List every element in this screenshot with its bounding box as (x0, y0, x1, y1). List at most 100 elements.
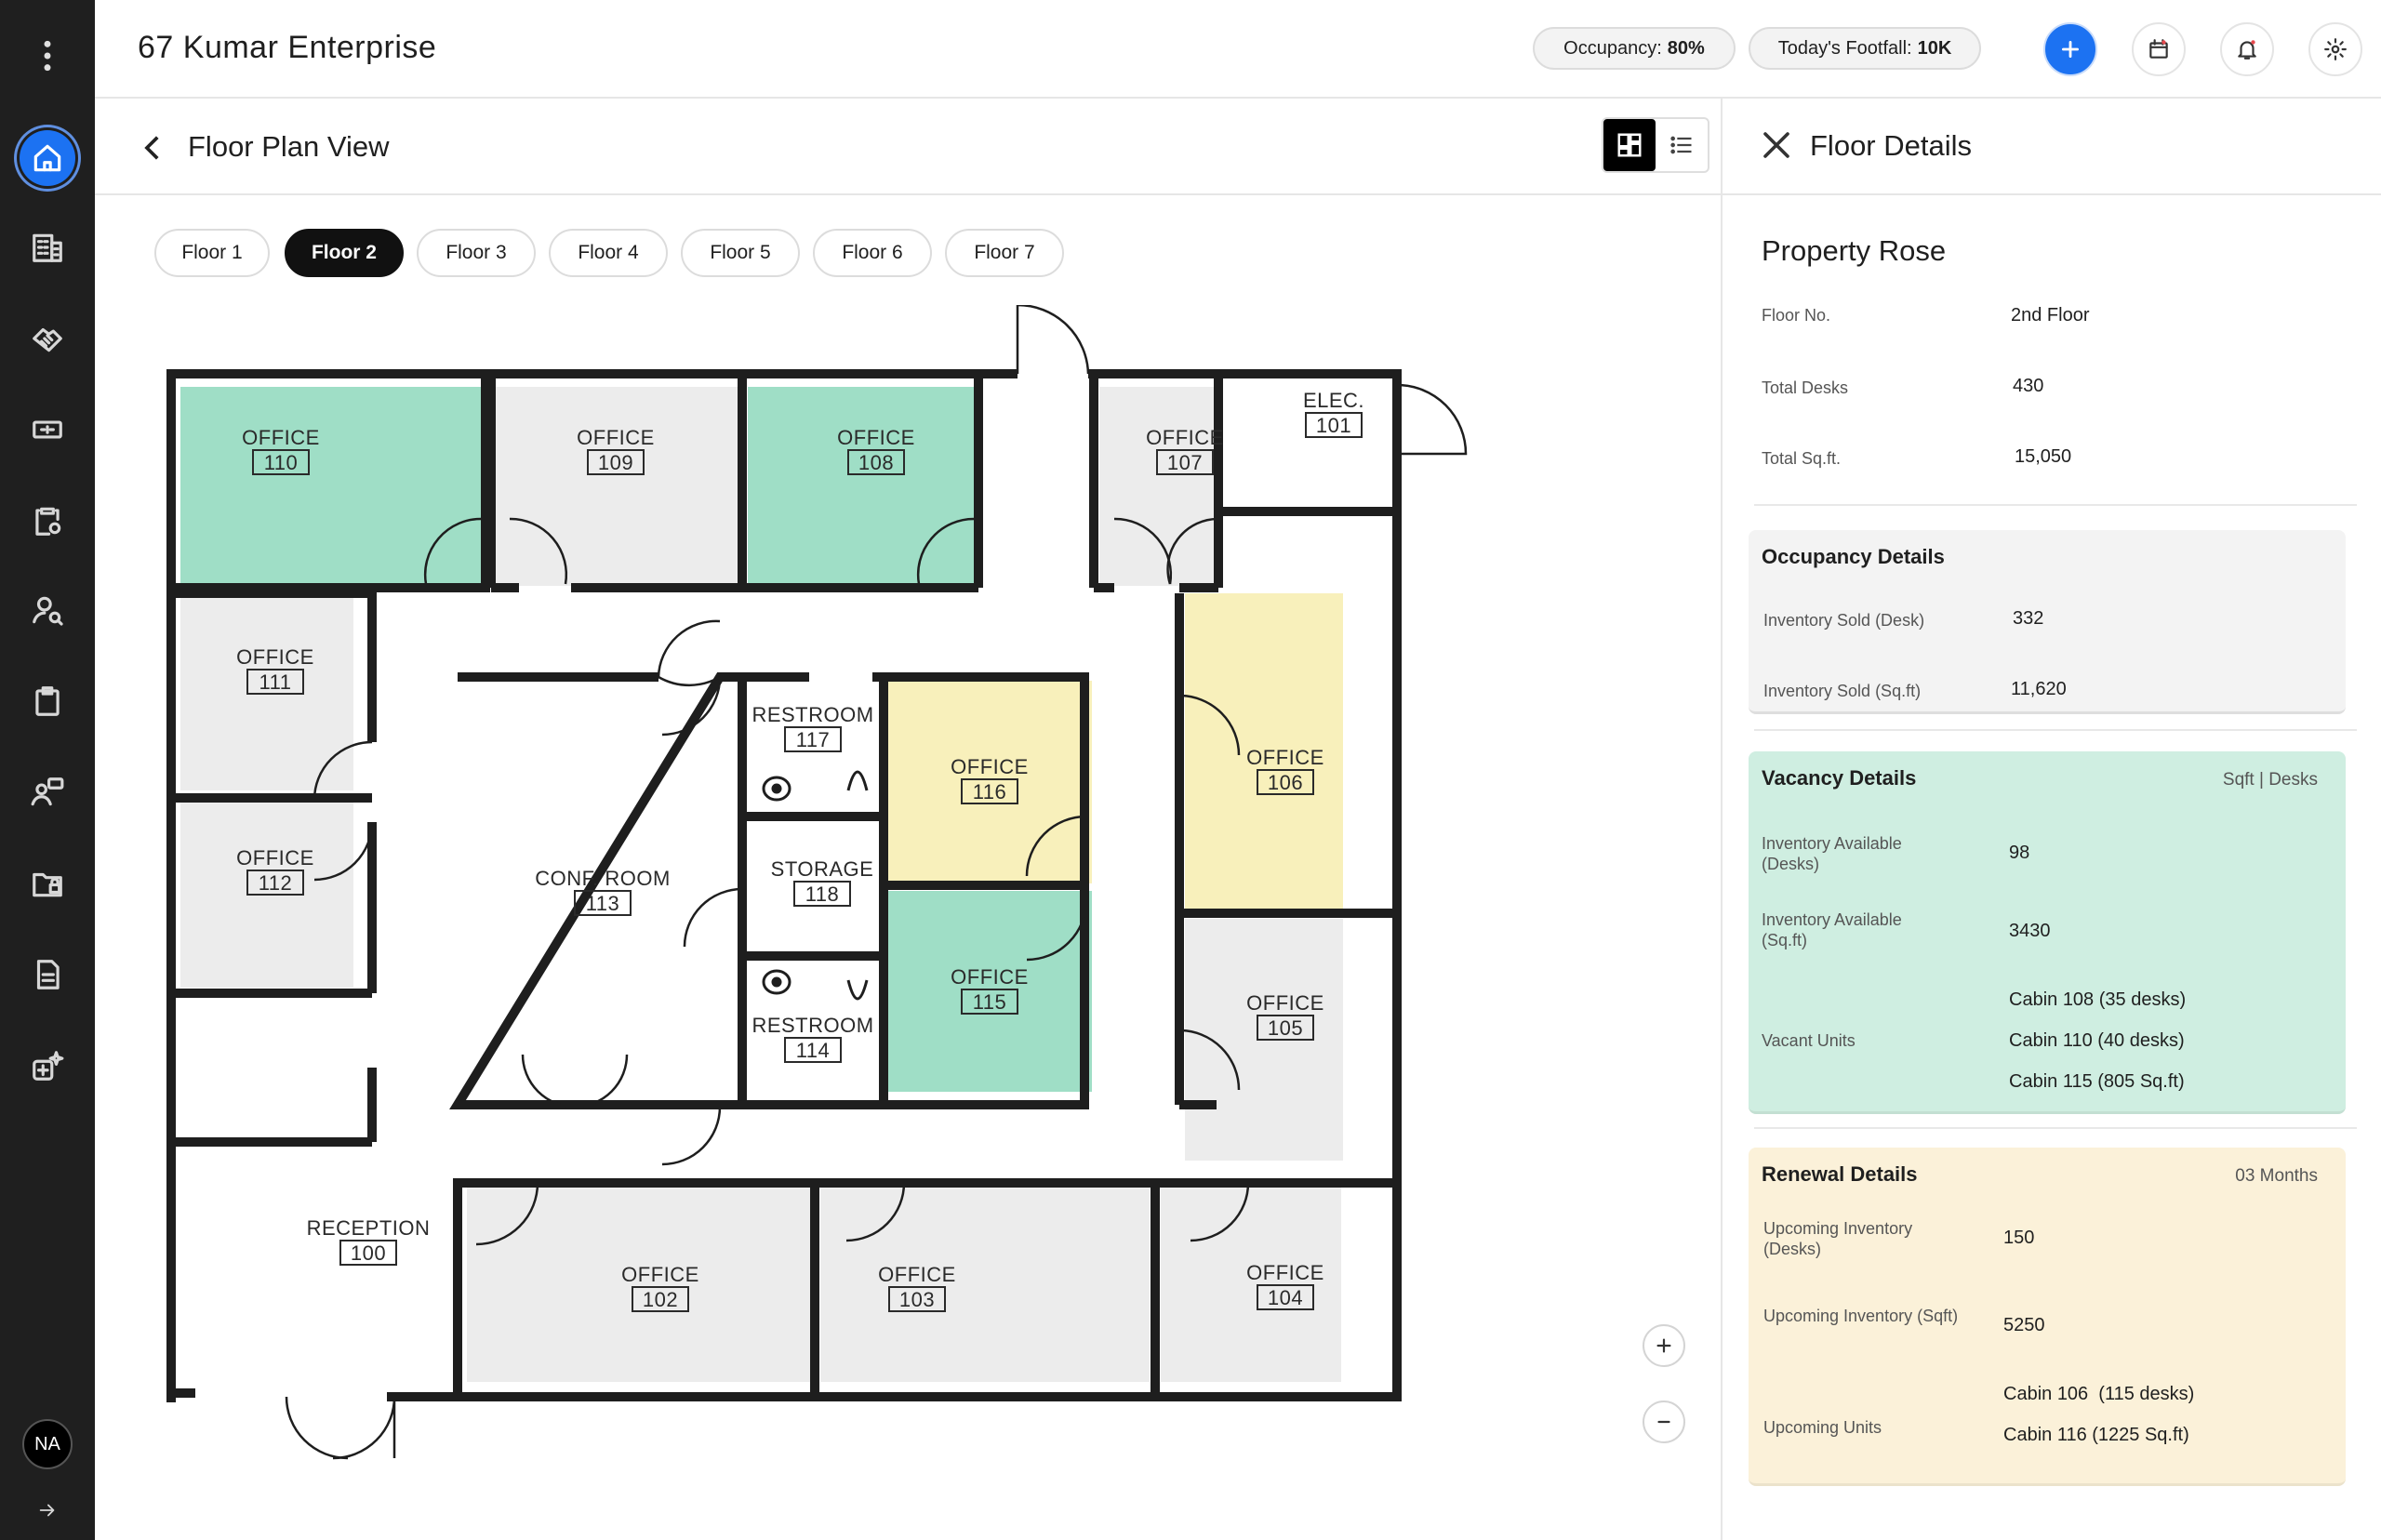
room-number-label: 100 (351, 1241, 386, 1265)
plus-icon[interactable] (2043, 22, 2097, 76)
room-number-label: 109 (598, 451, 633, 474)
total-sqft-label: Total Sq.ft. (1762, 449, 1842, 468)
room-name-label: STORAGE (771, 857, 874, 881)
floor-tab-1[interactable]: Floor 1 (154, 229, 270, 277)
room-107-fill[interactable] (1099, 387, 1217, 586)
bell-icon[interactable] (2220, 22, 2274, 76)
room-name-label: OFFICE (878, 1263, 956, 1286)
vacant-unit-item: Cabin 110 (40 desks) (2009, 1030, 2185, 1051)
room-name-label: OFFICE (1246, 991, 1324, 1015)
avail-desks-label: Inventory Available (Desks) (1762, 834, 1902, 873)
document-icon[interactable] (20, 947, 75, 1002)
floor-tab-5[interactable]: Floor 5 (681, 229, 800, 277)
room-number-label: 105 (1268, 1016, 1303, 1040)
avatar[interactable]: NA (22, 1419, 73, 1469)
room-109-fill[interactable] (495, 387, 738, 586)
room-name-label: OFFICE (951, 965, 1029, 989)
page-header: Floor Plan View (95, 99, 1721, 195)
floor-tab-6[interactable]: Floor 6 (813, 229, 932, 277)
room-number-label: 116 (973, 780, 1007, 803)
room-108-fill[interactable] (748, 387, 975, 586)
room-name-label: OFFICE (837, 426, 915, 449)
room-number-label: 101 (1316, 414, 1351, 437)
panel-title: Floor Details (1810, 129, 1972, 162)
room-number-label: 103 (899, 1288, 935, 1311)
panel-header: Floor Details (1723, 99, 2381, 195)
list-view-icon[interactable] (1656, 119, 1708, 171)
vacancy-card: Vacancy Details Sqft | Desks Inventory A… (1749, 751, 2346, 1114)
handshake-icon[interactable] (20, 311, 75, 366)
room-number-label: 118 (805, 883, 840, 906)
room-name-label: RESTROOM (752, 703, 873, 726)
upcoming-desks-value: 150 (2003, 1228, 2035, 1248)
footfall-label: Today's Footfall: (1777, 37, 1912, 59)
building-icon[interactable] (20, 219, 75, 275)
sold-desk-value: 332 (2013, 608, 2044, 629)
vacant-unit-item: Cabin 108 (35 desks) (2009, 989, 2187, 1010)
ticket-icon[interactable] (20, 402, 75, 458)
renewal-title: Renewal Details (1762, 1162, 1918, 1186)
floor-no-label: Floor No. (1762, 306, 1831, 325)
avail-sqft-value: 3430 (2009, 921, 2051, 941)
room-number-label: 111 (259, 670, 292, 694)
room-name-label: OFFICE (242, 426, 320, 449)
close-icon[interactable] (1760, 128, 1793, 162)
room-110-fill[interactable] (180, 387, 482, 586)
room-number-label: 104 (1268, 1286, 1303, 1309)
grid-view-icon[interactable] (1603, 119, 1656, 171)
arrow-right-icon[interactable] (20, 1482, 75, 1538)
upcoming-desks-label: Upcoming Inventory (Desks) (1763, 1219, 1913, 1258)
clipboard-gear-icon[interactable] (20, 493, 75, 549)
folder-lock-icon[interactable] (20, 856, 75, 911)
occupancy-title: Occupancy Details (1762, 545, 1945, 568)
sold-sqft-label: Inventory Sold (Sq.ft) (1763, 682, 1922, 700)
avail-desks-value: 98 (2009, 843, 2030, 863)
gear-icon[interactable] (2308, 22, 2362, 76)
floor-tab-4[interactable]: Floor 4 (549, 229, 668, 277)
room-name-label: OFFICE (621, 1263, 699, 1286)
floor-tab-3[interactable]: Floor 3 (417, 229, 536, 277)
sold-sqft-value: 11,620 (2011, 679, 2067, 699)
divider (1754, 504, 2357, 506)
vacancy-unit-toggle[interactable]: Sqft | Desks (2223, 770, 2318, 790)
home-icon[interactable] (20, 130, 75, 186)
room-name-label: RECEPTION (307, 1216, 431, 1240)
page-title: Floor Plan View (188, 130, 390, 163)
room-number-label: 107 (1167, 451, 1203, 474)
floor-tab-7[interactable]: Floor 7 (945, 229, 1064, 277)
upcoming-units-label: Upcoming Units (1763, 1418, 1882, 1437)
occupancy-stat: Occupancy: 80% (1533, 27, 1736, 70)
menu-dots-icon[interactable] (20, 28, 75, 84)
room-name-label: OFFICE (951, 755, 1029, 778)
zoom-out-button[interactable] (1643, 1401, 1685, 1443)
floor-plan: OFFICE 110 OFFICE 109 OFFICE 108 OFFICE 107 ELEC… (156, 303, 1477, 1477)
vacant-units-label: Vacant Units (1762, 1031, 1856, 1050)
room-number-label: 108 (858, 451, 894, 474)
top-bar: 67 Kumar Enterprise Occupancy: 80% Today'… (95, 0, 2381, 99)
room-number-label: 110 (264, 451, 299, 474)
room-name-label: CONF. ROOM (535, 867, 671, 890)
company-title: 67 Kumar Enterprise (138, 30, 437, 65)
upcoming-sqft-value: 5250 (2003, 1315, 2045, 1335)
room-103-fill[interactable] (820, 1187, 1150, 1382)
occupancy-card: Occupancy Details Inventory Sold (Desk) … (1749, 530, 2346, 714)
avail-sqft-label: Inventory Available (Sq.ft) (1762, 910, 1902, 949)
renewal-period[interactable]: 03 Months (2235, 1166, 2318, 1187)
calendar-icon[interactable] (2132, 22, 2186, 76)
clipboard-icon[interactable] (20, 673, 75, 729)
minus-icon (1657, 1420, 1670, 1424)
zoom-in-button[interactable] (1643, 1324, 1685, 1367)
room-name-label: OFFICE (236, 645, 314, 669)
back-chevron-icon[interactable] (138, 132, 169, 164)
floor-tab-2[interactable]: Floor 2 (285, 229, 404, 277)
room-name-label: OFFICE (1146, 426, 1224, 449)
property-name: Property Rose (1762, 234, 1947, 267)
room-number-label: 106 (1268, 771, 1303, 794)
user-chat-icon[interactable] (20, 764, 75, 820)
total-desks-value: 430 (2013, 376, 2044, 396)
user-search-icon[interactable] (20, 582, 75, 638)
floor-details-panel: Floor Details Property Rose Floor No. 2n… (1721, 99, 2381, 1540)
ai-sparkle-icon[interactable] (20, 1038, 75, 1094)
room-number-label: 115 (973, 990, 1007, 1014)
floor-no-value: 2nd Floor (2011, 305, 2090, 325)
